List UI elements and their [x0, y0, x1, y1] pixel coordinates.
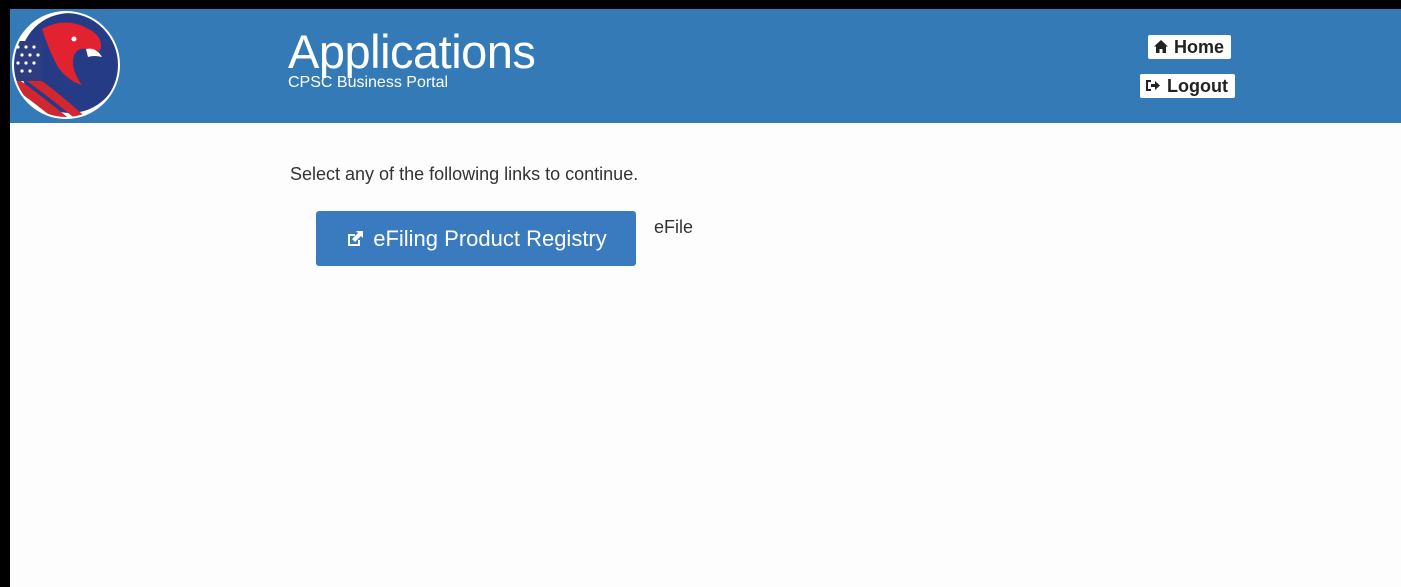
header-bar: Applications CPSC Business Portal Home L…: [10, 9, 1401, 123]
home-button-label: Home: [1174, 37, 1225, 57]
app-button-label: eFiling Product Registry: [373, 225, 607, 251]
logout-button[interactable]: Logout: [1140, 74, 1235, 98]
logout-button-label: Logout: [1167, 76, 1228, 96]
home-icon: [1154, 39, 1168, 55]
logout-icon: [1146, 79, 1161, 94]
intro-text: Select any of the following links to con…: [290, 164, 639, 184]
page-title: Applications: [288, 25, 536, 78]
cpsc-eagle-flag-logo-icon: [12, 11, 120, 119]
external-link-icon: [345, 229, 365, 249]
home-button[interactable]: Home: [1148, 35, 1232, 59]
app-note: eFile: [654, 217, 694, 237]
title-block: Applications CPSC Business Portal: [288, 25, 536, 91]
page-frame: Applications CPSC Business Portal Home L…: [0, 0, 1401, 587]
efiling-product-registry-button[interactable]: eFiling Product Registry: [316, 211, 636, 266]
